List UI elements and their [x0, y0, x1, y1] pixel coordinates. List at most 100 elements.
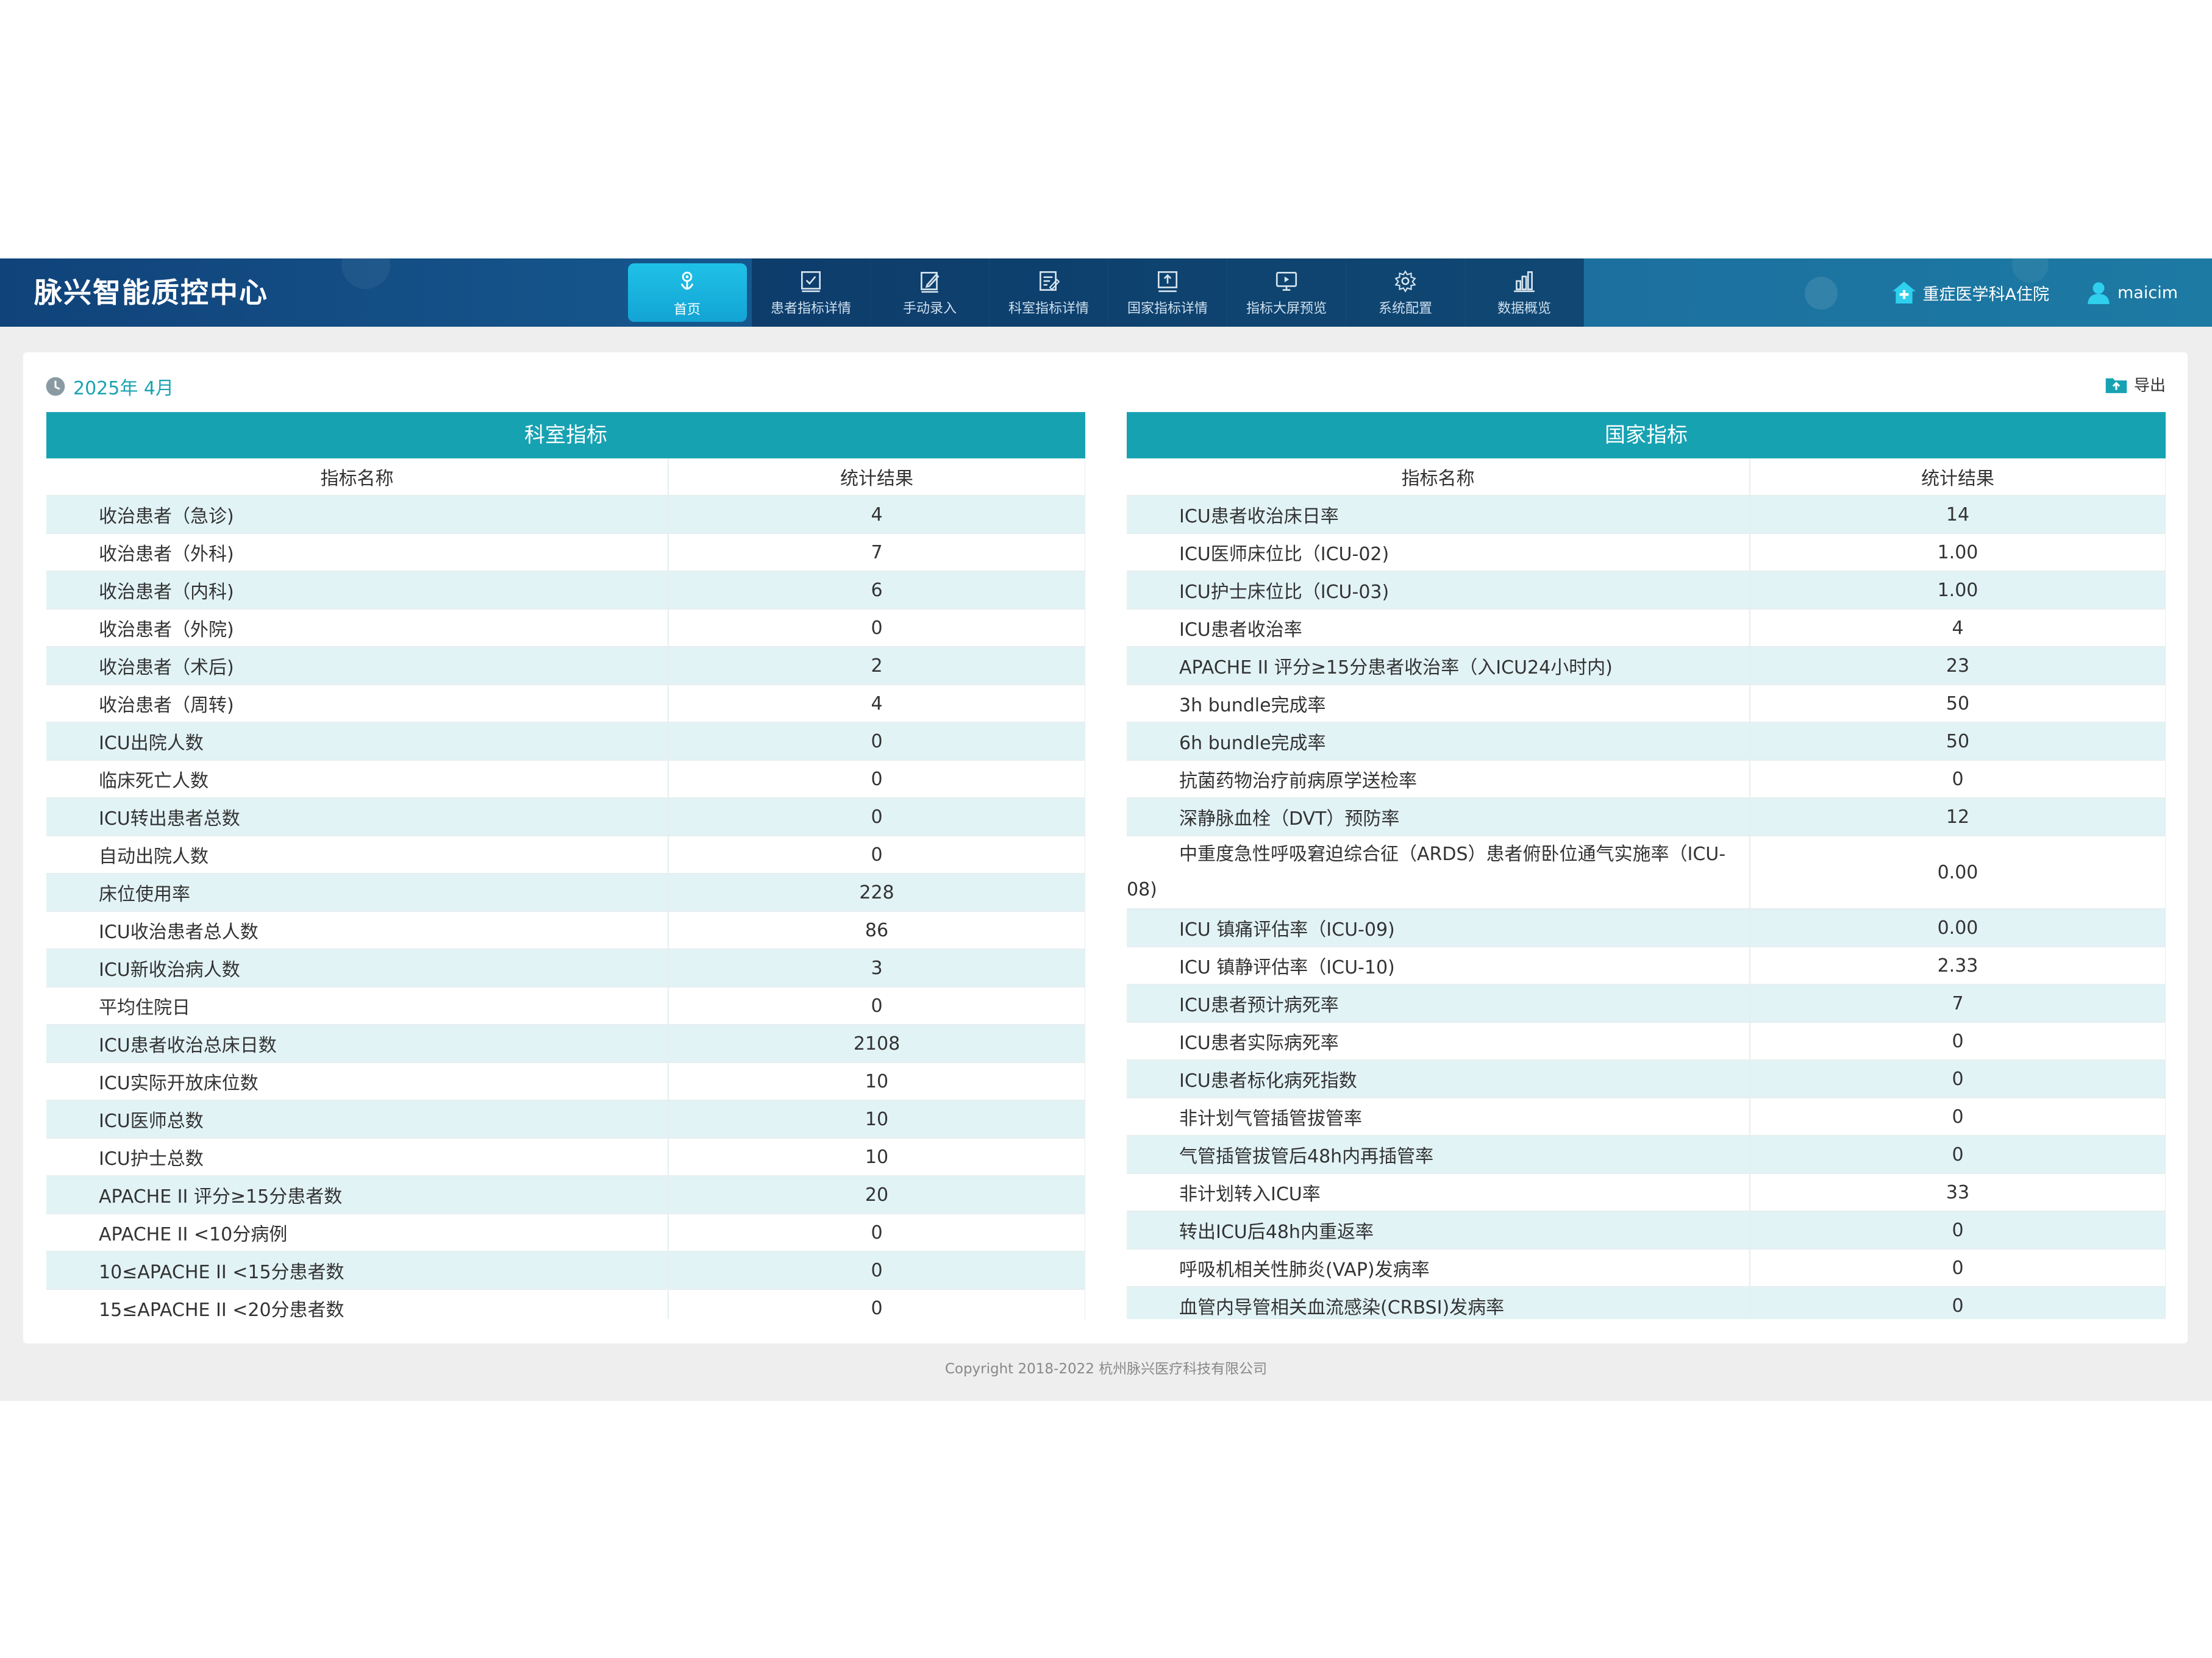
- indicator-value: 50: [1750, 685, 2166, 723]
- indicator-name: 收治患者（内科): [46, 571, 669, 610]
- department-switch[interactable]: 重症医学科A住院: [1891, 280, 2049, 305]
- indicator-value: 50: [1750, 722, 2166, 761]
- indicator-value: 0: [668, 836, 1085, 874]
- table-row: 床位使用率 228: [46, 873, 1085, 912]
- indicator-value: 3: [668, 949, 1085, 987]
- indicator-name: 转出ICU后48h内重返率: [1127, 1211, 1750, 1250]
- header-right: 重症医学科A住院 maicim: [1891, 258, 2178, 327]
- main-nav: 首页 患者指标详情 手动录入 科室指标详情 国家指标详情 指标大屏预览 系统配置…: [628, 258, 1584, 327]
- table-row: ICU患者收治总床日数 2108: [46, 1025, 1085, 1063]
- indicator-name: 非计划转入ICU率: [1127, 1173, 1750, 1212]
- indicator-value: 2.33: [1750, 947, 2166, 985]
- indicator-name: ICU实际开放床位数: [46, 1062, 669, 1101]
- dept-indicator-panel: 科室指标 指标名称 统计结果 收治患者（急诊) 4 收治患者（外科) 7 收治患者（内科…: [46, 412, 1085, 1319]
- indicator-value: 20: [668, 1176, 1085, 1214]
- indicator-value: 7: [1750, 984, 2166, 1023]
- table-row: ICU实际开放床位数 10: [46, 1062, 1085, 1101]
- export-icon: [2105, 378, 2127, 393]
- indicator-name: APACHE II <10分病例: [46, 1214, 669, 1252]
- indicator-value: 1.00: [1750, 533, 2166, 572]
- header-decoration: [341, 258, 390, 289]
- nation-indicator-panel: 国家指标 指标名称 统计结果 ICU患者收治床日率 14 ICU医师床位比（ICU-…: [1127, 412, 2166, 1319]
- indicator-name: ICU患者预计病死率: [1127, 984, 1750, 1023]
- table-row: 呼吸机相关性肺炎(VAP)发病率 0: [1127, 1249, 2166, 1287]
- user-menu[interactable]: maicim: [2086, 280, 2178, 305]
- date-picker[interactable]: 2025年 4月: [45, 373, 174, 400]
- indicator-name: 收治患者（外院): [46, 609, 669, 647]
- indicator-name: ICU患者收治床日率: [1127, 496, 1750, 534]
- table-row: ICU患者预计病死率 7: [1127, 984, 2166, 1023]
- indicator-name: 收治患者（术后): [46, 647, 669, 685]
- col-value-header: 统计结果: [668, 458, 1085, 496]
- nation-table-body: ICU患者收治床日率 14 ICU医师床位比（ICU-02) 1.00 ICU护士床位比…: [1127, 496, 2166, 1319]
- indicator-name: ICU转出患者总数: [46, 798, 669, 836]
- table-header-row: 指标名称 统计结果: [1127, 458, 2166, 496]
- indicator-name: ICU收治患者总人数: [46, 911, 669, 950]
- table-row: 转出ICU后48h内重返率 0: [1127, 1211, 2166, 1250]
- table-row: ICU出院人数 0: [46, 722, 1085, 761]
- nav-nation-detail[interactable]: 国家指标详情: [1108, 258, 1227, 327]
- nav-dept-detail[interactable]: 科室指标详情: [990, 258, 1108, 327]
- indicator-value: 0.00: [1750, 836, 2166, 909]
- indicator-name: ICU医师床位比（ICU-02): [1127, 533, 1750, 572]
- table-row: 6h bundle完成率 50: [1127, 722, 2166, 761]
- indicator-value: 1.00: [1750, 571, 2166, 610]
- indicator-value: 2108: [668, 1025, 1085, 1063]
- indicator-name: ICU护士总数: [46, 1138, 669, 1176]
- indicator-name: 血管内导管相关血流感染(CRBSI)发病率: [1127, 1287, 1750, 1319]
- table-row: 自动出院人数 0: [46, 836, 1085, 874]
- indicator-value: 0: [1750, 1249, 2166, 1287]
- indicator-name: ICU患者收治总床日数: [46, 1025, 669, 1063]
- nav-patient-detail[interactable]: 患者指标详情: [752, 258, 871, 327]
- department-name: 重症医学科A住院: [1922, 285, 2049, 304]
- table-row: ICU 镇痛评估率（ICU-09) 0.00: [1127, 909, 2166, 947]
- indicator-name: 10≤APACHE II <15分患者数: [46, 1251, 669, 1290]
- table-row: 中重度急性呼吸窘迫综合征（ARDS）患者俯卧位通气实施率（ICU- 08) 0.00: [1127, 836, 2166, 909]
- nav-data-overview[interactable]: 数据概览: [1465, 258, 1584, 327]
- table-row: 收治患者（外院) 0: [46, 609, 1085, 647]
- indicator-value: 4: [668, 685, 1085, 723]
- dept-table-body: 收治患者（急诊) 4 收治患者（外科) 7 收治患者（内科) 6 收治患者（外院) 0 收治患者…: [46, 496, 1085, 1319]
- table-row: 平均住院日 0: [46, 987, 1085, 1025]
- nav-screen-preview[interactable]: 指标大屏预览: [1227, 258, 1346, 327]
- table-row: ICU转出患者总数 0: [46, 798, 1085, 836]
- indicator-name: ICU医师总数: [46, 1100, 669, 1139]
- home-icon: [680, 271, 694, 290]
- table-row: ICU新收治病人数 3: [46, 949, 1085, 987]
- table-row: ICU患者实际病死率 0: [1127, 1022, 2166, 1061]
- indicator-name-line: 08): [1127, 879, 1157, 900]
- bar-chart-icon: [1514, 271, 1535, 293]
- indicator-name: APACHE II 评分≥15分患者收治率（入ICU24小时内): [1127, 647, 1750, 685]
- indicator-name: 3h bundle完成率: [1127, 685, 1750, 723]
- indicator-value: 0: [668, 1289, 1085, 1319]
- indicator-value: 2: [668, 647, 1085, 685]
- export-button[interactable]: 导出: [2105, 373, 2166, 396]
- table-row: ICU医师总数 10: [46, 1100, 1085, 1139]
- nation-table-title: 国家指标: [1127, 412, 2166, 458]
- table-row: 气管插管拔管后48h内再插管率 0: [1127, 1136, 2166, 1174]
- indicator-name: 气管插管拔管后48h内再插管率: [1127, 1136, 1750, 1174]
- table-row: 15≤APACHE II <20分患者数 0: [46, 1289, 1085, 1319]
- indicator-name: APACHE II 评分≥15分患者数: [46, 1176, 669, 1214]
- username: maicim: [2117, 283, 2178, 302]
- indicator-name: 深静脉血栓（DVT）预防率: [1127, 798, 1750, 836]
- nav-home-label: 首页: [673, 302, 701, 318]
- nav-system-config[interactable]: 系统配置: [1346, 258, 1465, 327]
- indicator-name-line: 中重度急性呼吸窘迫综合征（ARDS）患者俯卧位通气实施率（ICU-: [1179, 844, 1726, 865]
- clock-icon: [46, 377, 65, 396]
- table-row: 3h bundle完成率 50: [1127, 685, 2166, 723]
- table-row: 深静脉血栓（DVT）预防率 12: [1127, 798, 2166, 836]
- indicator-value: 4: [1750, 609, 2166, 647]
- nav-dept-detail-label: 科室指标详情: [1008, 301, 1089, 316]
- indicator-value: 4: [668, 496, 1085, 534]
- hospital-icon: [1892, 282, 1916, 304]
- table-row: 非计划气管插管拔管率 0: [1127, 1098, 2166, 1136]
- indicator-value: 0: [1750, 1211, 2166, 1250]
- nav-home[interactable]: 首页: [628, 263, 747, 322]
- indicator-value: 0: [668, 798, 1085, 836]
- nav-manual-entry[interactable]: 手动录入: [871, 258, 990, 327]
- indicator-name: ICU护士床位比（ICU-03): [1127, 571, 1750, 610]
- indicator-name: 收治患者（急诊): [46, 496, 669, 534]
- indicator-value: 228: [668, 873, 1085, 912]
- table-row: 血管内导管相关血流感染(CRBSI)发病率 0: [1127, 1287, 2166, 1319]
